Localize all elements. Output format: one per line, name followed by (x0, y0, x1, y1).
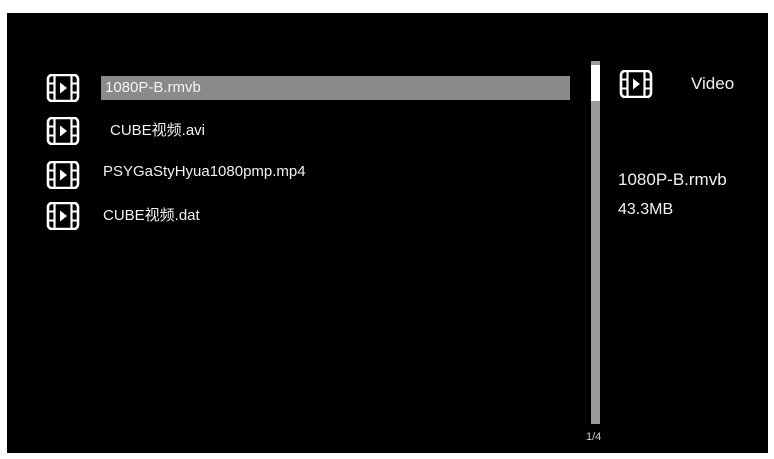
video-file-icon (45, 202, 81, 230)
file-name: CUBE视频.dat (103, 207, 200, 224)
file-info-panel: Video 1080P-B.rmvb 43.3MB (617, 68, 768, 268)
scroll-thumb[interactable] (591, 65, 600, 101)
media-type-label: Video (691, 74, 735, 93)
file-list-item[interactable]: PSYGaStyHyua1080pmp.mp4 (45, 161, 585, 189)
selected-file-name: 1080P-B.rmvb (618, 170, 727, 189)
selected-file-size: 43.3MB (618, 201, 674, 218)
file-name: CUBE视频.avi (110, 122, 206, 139)
media-browser-screen: 1080P-B.rmvb CUBE视频.avi PSYGaStyHyua1080… (7, 13, 768, 453)
video-file-icon (45, 161, 81, 189)
scroll-track[interactable] (591, 61, 600, 424)
file-list-item[interactable]: 1080P-B.rmvb (45, 74, 585, 102)
video-file-icon (45, 74, 81, 102)
page-indicator: 1/4 (586, 431, 602, 443)
video-file-icon (45, 117, 81, 145)
file-list-item[interactable]: CUBE视频.avi (45, 117, 585, 145)
file-list-scrollbar[interactable] (589, 61, 603, 424)
file-list: 1080P-B.rmvb CUBE视频.avi PSYGaStyHyua1080… (7, 13, 582, 453)
file-list-item[interactable]: CUBE视频.dat (45, 202, 585, 230)
file-name: 1080P-B.rmvb (105, 79, 201, 96)
video-file-icon (618, 70, 654, 98)
file-name: PSYGaStyHyua1080pmp.mp4 (103, 163, 306, 180)
